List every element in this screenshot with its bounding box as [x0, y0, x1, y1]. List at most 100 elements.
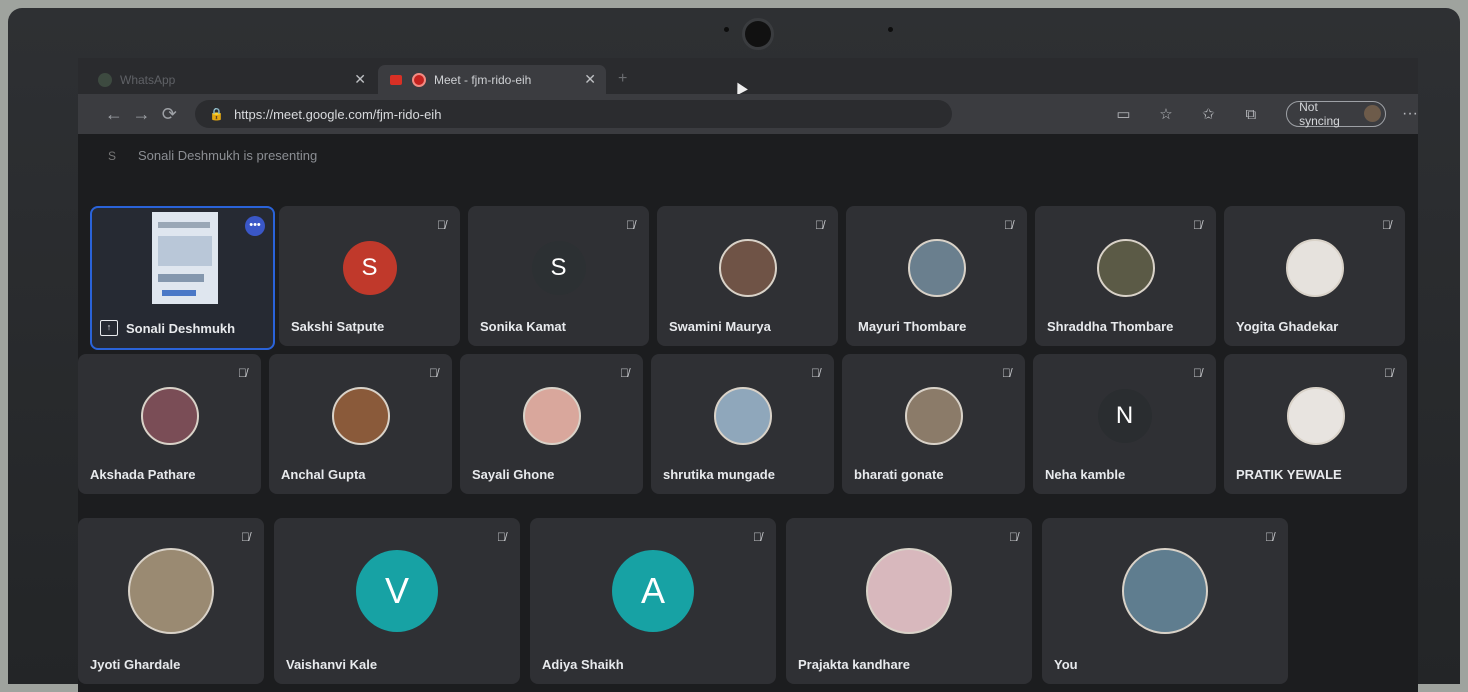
participant-tile[interactable]: 🎙̸ V Vaishanvi Kale [274, 518, 520, 684]
participant-name: Anchal Gupta [281, 467, 366, 482]
favorite-star-icon[interactable]: ☆ [1145, 105, 1187, 123]
participant-tile[interactable]: 🎙̸ Sayali Ghone [460, 354, 643, 494]
avatar-photo [522, 386, 581, 445]
mic-off-icon: 🎙̸ [815, 218, 824, 232]
avatar-photo [331, 386, 390, 445]
tab-label: WhatsApp [120, 72, 176, 87]
participant-name: Akshada Pathare [90, 467, 196, 482]
participant-tile[interactable]: 🎙̸ Jyoti Ghardale [78, 518, 264, 684]
avatar-initial: S [531, 240, 586, 295]
participant-tile[interactable]: 🎙̸ A Adiya Shaikh [530, 518, 776, 684]
mic-off-icon: 🎙̸ [238, 366, 247, 380]
avatar-initial: S [342, 240, 397, 295]
avatar-photo [713, 386, 772, 445]
participant-tile[interactable]: 🎙̸ Akshada Pathare [78, 354, 261, 494]
browser-toolbar: ← → ⟳ 🔒 https://meet.google.com/fjm-rido… [78, 94, 1418, 134]
participant-tile[interactable]: 🎙̸ bharati gonate [842, 354, 1025, 494]
participant-tile[interactable]: 🎙̸ S Sakshi Satpute [279, 206, 460, 346]
sensor-dot [888, 27, 893, 32]
tab-label: Meet - fjm-rido-eih [434, 72, 532, 87]
more-options-icon[interactable]: ••• [245, 216, 265, 236]
laptop-bezel: WhatsApp ✕ Meet - fjm-rido-eih ✕ + ← → ⟳… [8, 8, 1460, 692]
mic-off-icon: 🎙̸ [1193, 218, 1202, 232]
avatar-initial: V [356, 550, 438, 633]
mic-off-icon: 🎙̸ [1193, 366, 1202, 380]
tab-meet[interactable]: Meet - fjm-rido-eih ✕ [378, 65, 606, 94]
tab-whatsapp[interactable]: WhatsApp ✕ [86, 65, 376, 94]
recording-icon [390, 74, 402, 85]
avatar-photo [904, 386, 963, 445]
presenting-icon: ↑ [100, 320, 118, 336]
avatar-photo [1285, 238, 1344, 297]
participant-name: PRATIK YEWALE [1236, 467, 1342, 482]
close-icon[interactable]: ✕ [584, 71, 596, 88]
avatar-photo [1122, 548, 1208, 635]
screen: WhatsApp ✕ Meet - fjm-rido-eih ✕ + ← → ⟳… [78, 58, 1418, 692]
participant-name: Shraddha Thombare [1047, 319, 1174, 334]
participant-tile[interactable]: 🎙̸ Swamini Maurya [657, 206, 838, 346]
participant-tile[interactable]: 🎙̸ You [1042, 518, 1288, 684]
mouse-cursor-icon [732, 79, 748, 96]
avatar-photo [140, 386, 199, 445]
participant-name: Yogita Ghadekar [1236, 319, 1339, 334]
participant-tile[interactable]: 🎙̸ N Neha kamble [1033, 354, 1216, 494]
sync-button[interactable]: Not syncing [1286, 100, 1386, 128]
tab-strip: WhatsApp ✕ Meet - fjm-rido-eih ✕ + [78, 58, 1418, 96]
mic-off-icon: 🎙̸ [1382, 218, 1391, 232]
participant-tile[interactable]: 🎙̸ Yogita Ghadekar [1224, 206, 1405, 346]
avatar-initial: N [1097, 388, 1152, 443]
participant-name: Neha kamble [1045, 467, 1126, 482]
refresh-icon[interactable]: ⟳ [155, 104, 183, 125]
presenter-tile[interactable]: ••• ↑ Sonali Deshmukh [90, 206, 275, 350]
profile-avatar [1364, 105, 1381, 122]
lock-icon: 🔒 [209, 107, 225, 121]
participant-tile[interactable]: 🎙̸ Anchal Gupta [269, 354, 452, 494]
camera-icon[interactable]: ▭ [1102, 105, 1144, 123]
participant-name: Swamini Maurya [669, 319, 771, 334]
participant-tile[interactable]: 🎙̸ PRATIK YEWALE [1224, 354, 1407, 494]
screen-share-preview [152, 212, 218, 304]
mic-off-icon: 🎙̸ [753, 530, 762, 544]
participant-name: You [1054, 657, 1078, 672]
address-bar[interactable]: 🔒 https://meet.google.com/fjm-rido-eih [195, 100, 953, 128]
collections-icon[interactable]: ⧉ [1230, 106, 1272, 123]
participant-name: shrutika mungade [663, 467, 775, 482]
avatar-photo [718, 238, 777, 297]
mic-off-icon: 🎙̸ [1002, 366, 1011, 380]
forward-icon[interactable]: → [128, 104, 156, 125]
presenting-bar: S Sonali Deshmukh is presenting [108, 148, 317, 163]
webcam [742, 18, 774, 50]
url-text: https://meet.google.com/fjm-rido-eih [234, 106, 442, 122]
participant-tile[interactable]: 🎙̸ Mayuri Thombare [846, 206, 1027, 346]
close-icon[interactable]: ✕ [354, 71, 366, 88]
mic-off-icon: 🎙̸ [241, 530, 250, 544]
back-icon[interactable]: ← [100, 104, 128, 125]
avatar-initial: A [612, 550, 694, 633]
participant-tile[interactable]: 🎙̸ S Sonika Kamat [468, 206, 649, 346]
avatar-photo [1286, 386, 1345, 445]
mic-off-icon: 🎙̸ [1384, 366, 1393, 380]
mic-off-icon: 🎙̸ [811, 366, 820, 380]
participant-tile[interactable]: 🎙̸ Prajakta kandhare [786, 518, 1032, 684]
avatar-photo [907, 238, 966, 297]
meet-icon [412, 72, 426, 87]
more-menu-icon[interactable]: ··· [1402, 105, 1418, 123]
presenter-initial: S [108, 148, 117, 163]
mic-off-icon: 🎙̸ [1009, 530, 1018, 544]
participant-name: Sonika Kamat [480, 319, 566, 334]
favorites-list-icon[interactable]: ✩ [1187, 105, 1229, 123]
participant-name: Prajakta kandhare [798, 657, 911, 672]
participant-tile[interactable]: 🎙̸ shrutika mungade [651, 354, 834, 494]
mic-off-icon: 🎙̸ [620, 366, 629, 380]
participant-name: Sonali Deshmukh [126, 321, 236, 336]
participant-tile[interactable]: 🎙̸ Shraddha Thombare [1035, 206, 1216, 346]
mic-off-icon: 🎙̸ [1004, 218, 1013, 232]
mic-off-icon: 🎙̸ [497, 530, 506, 544]
new-tab-icon[interactable]: + [618, 70, 627, 88]
mic-off-icon: 🎙̸ [1265, 530, 1274, 544]
participant-name: Sakshi Satpute [291, 319, 385, 334]
avatar-photo [866, 548, 952, 635]
participant-name: Mayuri Thombare [858, 319, 967, 334]
participant-name: bharati gonate [854, 467, 944, 482]
participant-name: Vaishanvi Kale [286, 657, 378, 672]
